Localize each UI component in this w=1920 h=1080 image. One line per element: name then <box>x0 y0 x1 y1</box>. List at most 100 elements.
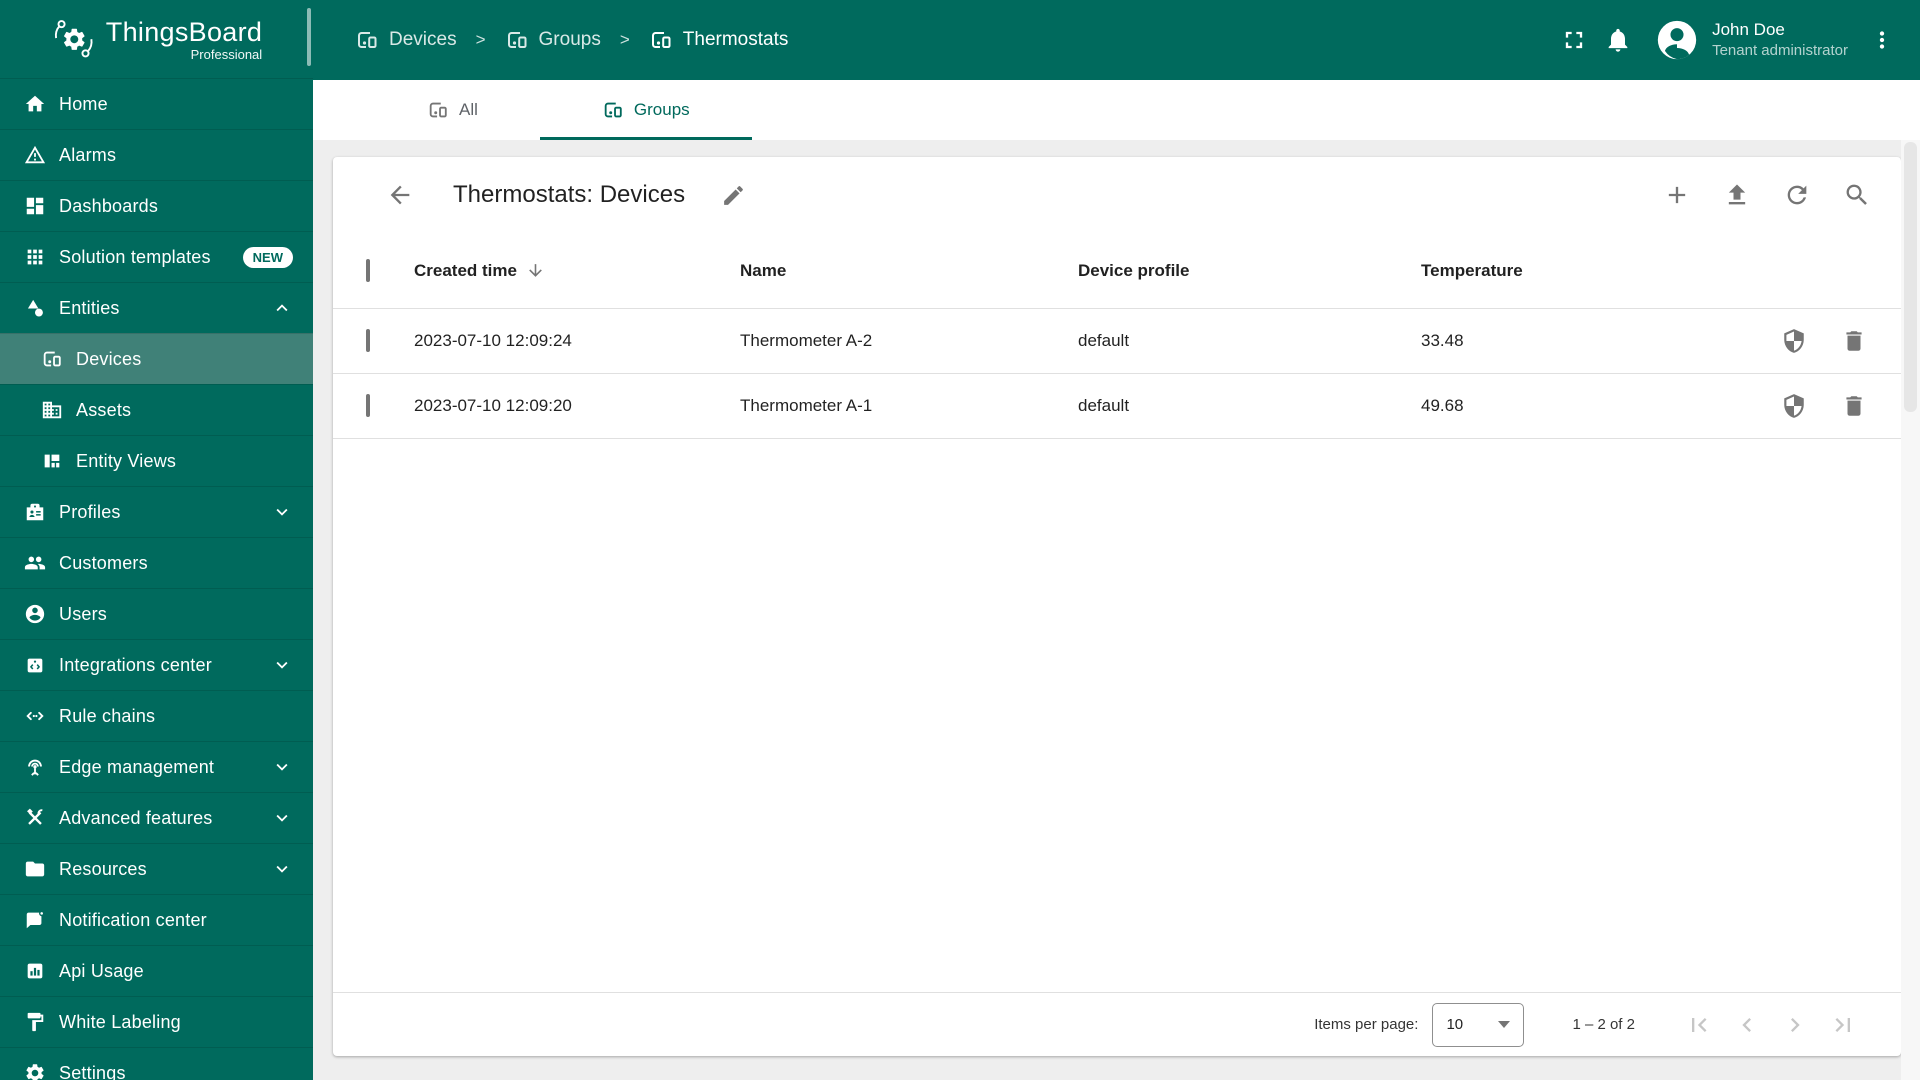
breadcrumb-groups[interactable]: Groups <box>505 28 601 52</box>
sidebar-item-edge-management[interactable]: Edge management <box>0 741 313 792</box>
tab-all[interactable]: All <box>365 80 540 140</box>
cell-created-time: 2023-07-10 12:09:24 <box>414 331 572 350</box>
chevron-down-icon <box>271 807 293 829</box>
sidebar-item-advanced-features[interactable]: Advanced features <box>0 792 313 843</box>
next-page-button[interactable] <box>1771 1001 1819 1049</box>
sidebar-item-label: Advanced features <box>59 807 213 828</box>
trash-icon <box>1846 331 1862 351</box>
sidebar-item-alarms[interactable]: Alarms <box>0 129 313 180</box>
tools-icon <box>23 806 47 830</box>
fullscreen-icon <box>1565 31 1583 49</box>
sidebar-item-settings[interactable]: Settings <box>0 1047 313 1080</box>
page-size-value: 10 <box>1446 1016 1464 1033</box>
top-header: Devices > Groups > Thermostats John Doe … <box>313 0 1920 80</box>
sidebar-item-label: Home <box>59 93 108 114</box>
trash-icon <box>1846 396 1862 416</box>
table-actions <box>1657 175 1877 215</box>
sidebar-item-rule-chains[interactable]: Rule chains <box>0 690 313 741</box>
table-row[interactable]: 2023-07-10 12:09:20 Thermometer A-1 defa… <box>333 374 1901 439</box>
select-all-checkbox[interactable] <box>366 258 370 282</box>
sidebar-item-devices[interactable]: Devices <box>0 333 313 384</box>
search-button[interactable] <box>1837 175 1877 215</box>
sidebar-item-label: Settings <box>59 1062 126 1080</box>
row-checkbox[interactable] <box>366 329 370 352</box>
add-device-button[interactable] <box>1657 175 1697 215</box>
gear-icon <box>23 1061 47 1080</box>
paint-roller-icon <box>23 1010 47 1034</box>
items-per-page-label: Items per page: <box>1314 1016 1419 1033</box>
sidebar-item-dashboards[interactable]: Dashboards <box>0 180 313 231</box>
app-edition: Professional <box>190 46 263 62</box>
edit-title-button[interactable] <box>713 175 753 215</box>
last-page-button[interactable] <box>1819 1001 1867 1049</box>
sidebar-scrollbar[interactable] <box>307 8 311 66</box>
sidebar-item-customers[interactable]: Customers <box>0 537 313 588</box>
sidebar-item-resources[interactable]: Resources <box>0 843 313 894</box>
sort-arrow-down-icon <box>529 264 542 277</box>
delete-button[interactable] <box>1841 328 1867 354</box>
import-button[interactable] <box>1717 175 1757 215</box>
sidebar-item-api-usage[interactable]: Api Usage <box>0 945 313 996</box>
row-checkbox[interactable] <box>366 394 370 417</box>
sidebar-item-entities[interactable]: Entities <box>0 282 313 333</box>
page-scrollbar[interactable] <box>1901 140 1920 1080</box>
column-header-device-profile[interactable]: Device profile <box>1078 261 1421 281</box>
sidebar-item-label: Integrations center <box>59 654 212 675</box>
sidebar-item-profiles[interactable]: Profiles <box>0 486 313 537</box>
devices-icon <box>651 32 671 48</box>
sidebar: ThingsBoard Professional Home Alarms Das… <box>0 0 313 1080</box>
refresh-button[interactable] <box>1777 175 1817 215</box>
cell-device-profile: default <box>1078 396 1130 415</box>
sidebar-item-label: Edge management <box>59 756 215 777</box>
notifications-button[interactable] <box>1596 18 1640 62</box>
sidebar-item-assets[interactable]: Assets <box>0 384 313 435</box>
sidebar-item-label: Alarms <box>59 144 117 165</box>
user-role: Tenant administrator <box>1712 42 1848 60</box>
breadcrumb-devices[interactable]: Devices <box>355 28 457 52</box>
sidebar-item-entity-views[interactable]: Entity Views <box>0 435 313 486</box>
search-icon <box>1846 184 1867 205</box>
previous-page-button[interactable] <box>1723 1001 1771 1049</box>
fullscreen-button[interactable] <box>1552 18 1596 62</box>
tab-groups[interactable]: Groups <box>539 80 752 140</box>
cell-created-time: 2023-07-10 12:09:20 <box>414 396 572 415</box>
scrollbar-thumb[interactable] <box>1904 142 1917 412</box>
back-button[interactable] <box>380 175 420 215</box>
delete-button[interactable] <box>1841 393 1867 419</box>
sidebar-item-label: Users <box>59 603 108 624</box>
integration-icon <box>23 653 47 677</box>
main-area: Devices > Groups > Thermostats John Doe … <box>313 0 1920 1080</box>
first-page-icon <box>1692 1017 1707 1032</box>
user-name: John Doe <box>1712 20 1785 40</box>
first-page-button[interactable] <box>1675 1001 1723 1049</box>
sidebar-item-label: Entities <box>59 297 120 318</box>
cell-name: Thermometer A-1 <box>740 396 873 415</box>
user-info[interactable]: John Doe Tenant administrator <box>1712 19 1848 61</box>
sidebar-item-white-labeling[interactable]: White Labeling <box>0 996 313 1047</box>
sidebar-item-label: White Labeling <box>59 1011 181 1032</box>
column-header-temperature[interactable]: Temperature <box>1421 261 1761 281</box>
more-menu-button[interactable] <box>1860 18 1904 62</box>
upload-icon <box>1728 184 1746 205</box>
sidebar-item-solution-templates[interactable]: Solution templates NEW <box>0 231 313 282</box>
user-avatar[interactable] <box>1654 17 1700 63</box>
breadcrumb-thermostats[interactable]: Thermostats <box>649 28 788 52</box>
column-header-created-time[interactable]: Created time <box>414 261 740 281</box>
cell-name: Thermometer A-2 <box>740 331 873 350</box>
page-size-select[interactable]: 10 <box>1432 1002 1525 1047</box>
dashboard-icon <box>23 194 47 218</box>
folder-icon <box>23 857 47 881</box>
column-header-name[interactable]: Name <box>740 261 1078 281</box>
security-button[interactable] <box>1781 328 1807 354</box>
sidebar-item-notification-center[interactable]: Notification center <box>0 894 313 945</box>
thingsboard-logo[interactable]: ThingsBoard Professional <box>0 0 313 78</box>
table-row[interactable]: 2023-07-10 12:09:24 Thermometer A-2 defa… <box>333 309 1901 374</box>
refresh-icon <box>1787 185 1807 205</box>
cell-device-profile: default <box>1078 331 1130 350</box>
apps-grid-icon <box>23 245 47 269</box>
devices-table-card: Thermostats: Devices Created time Name D… <box>333 157 1901 1056</box>
sidebar-item-home[interactable]: Home <box>0 78 313 129</box>
sidebar-item-users[interactable]: Users <box>0 588 313 639</box>
sidebar-item-integrations-center[interactable]: Integrations center <box>0 639 313 690</box>
security-button[interactable] <box>1781 393 1807 419</box>
